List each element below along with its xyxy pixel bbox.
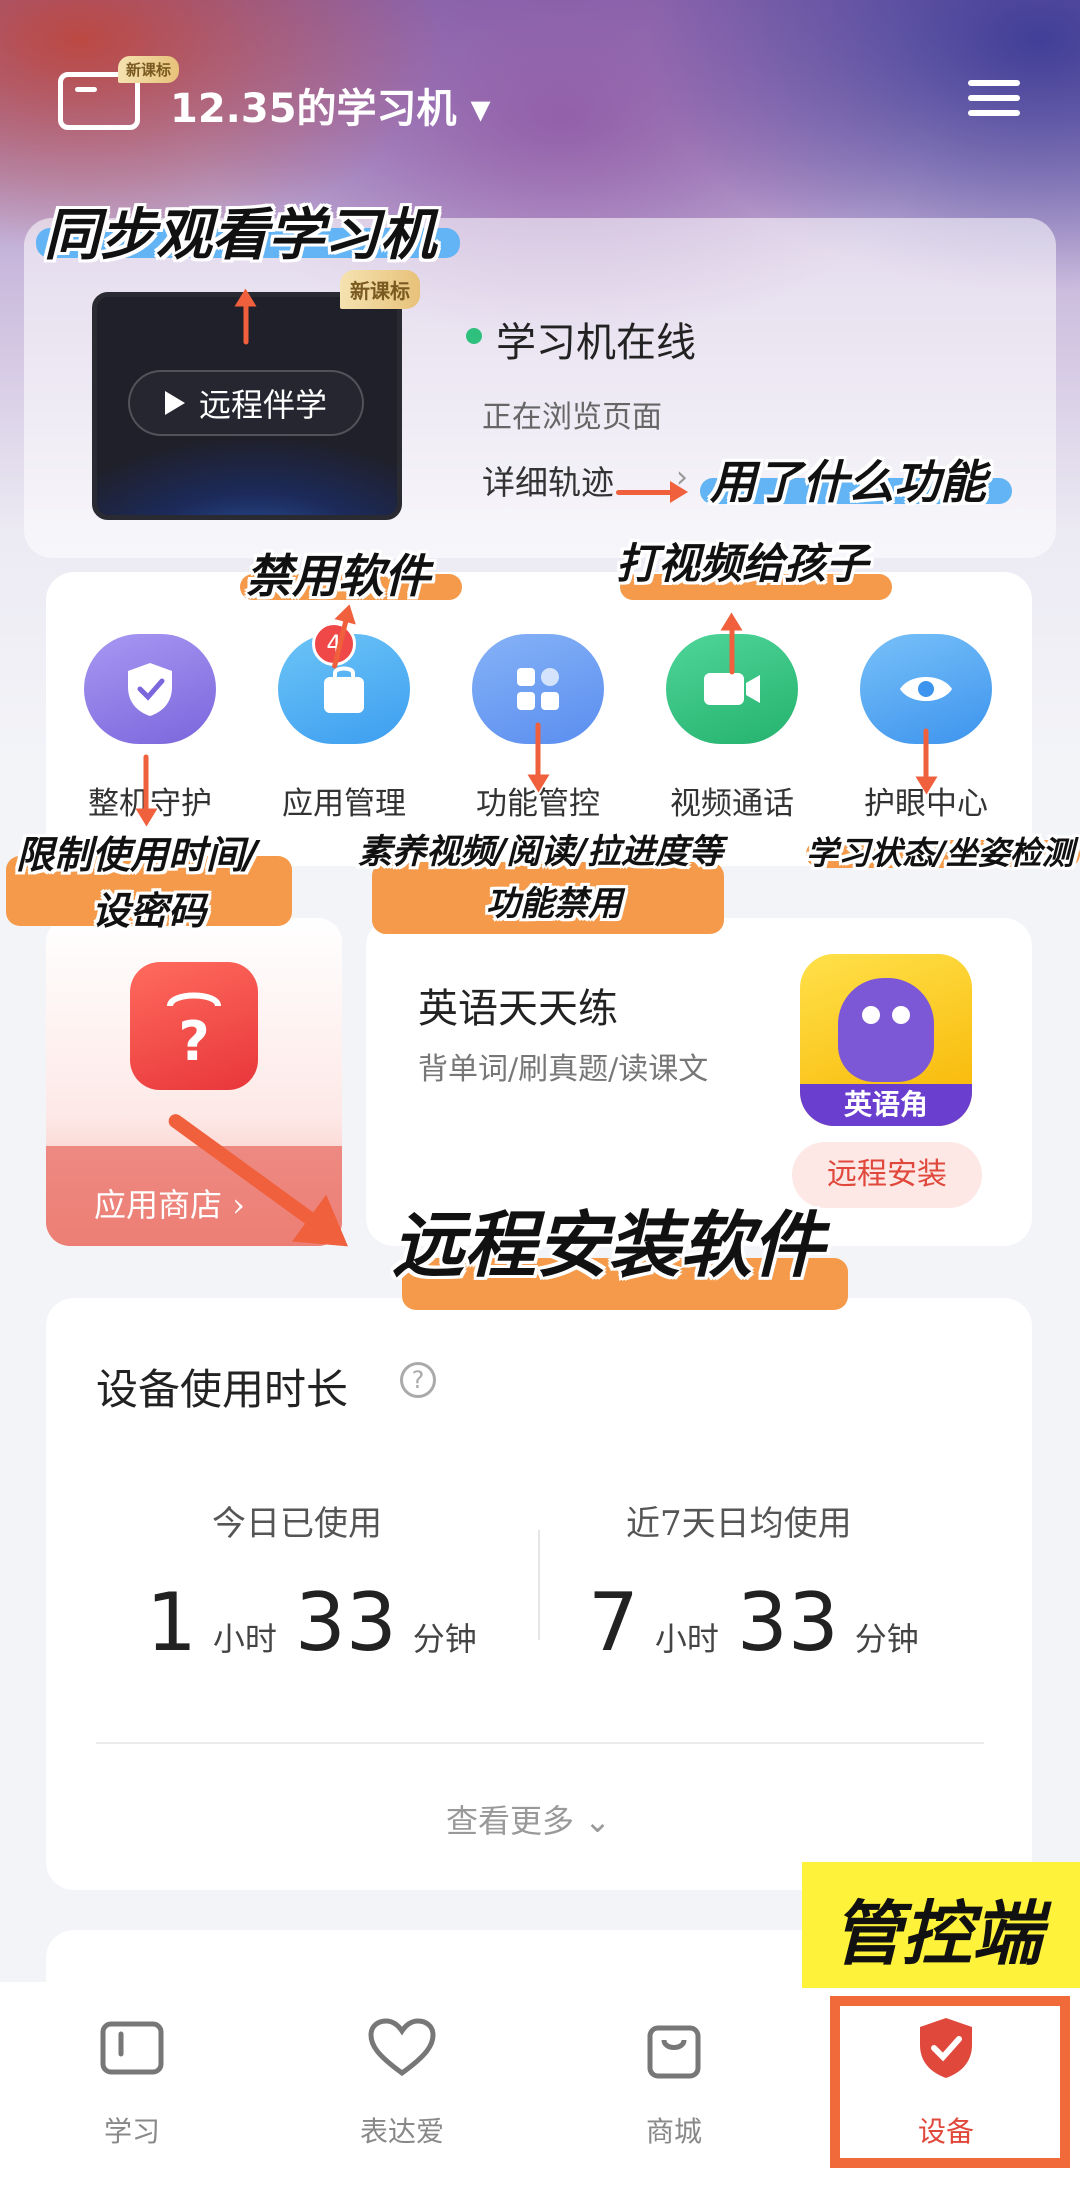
- today-usage-value: 1 小时 33 分钟: [146, 1576, 477, 1669]
- usage-title: 设备使用时长: [96, 1365, 349, 1414]
- online-status-text: 学习机在线: [496, 320, 696, 366]
- eye-icon: [900, 677, 952, 701]
- feature-label: 应用管理: [282, 786, 406, 822]
- annotation-study-state: 学习状态/坐姿检测: [806, 834, 1074, 872]
- english-title: 英语天天练: [418, 986, 618, 1032]
- arrow-function: [535, 722, 541, 787]
- english-app-label: 英语角: [800, 1084, 972, 1126]
- shopping-bag-icon: [324, 666, 364, 713]
- annotation-sync-watch: 同步观看学习机: [44, 203, 436, 268]
- annotation-limit-time: 限制使用时间/: [16, 833, 258, 877]
- shield-check-icon: [128, 663, 172, 716]
- arrow-video: [729, 618, 735, 675]
- avg-usage-label: 近7天日均使用: [626, 1504, 852, 1544]
- avg-usage-value: 7 小时 33 分钟: [588, 1576, 919, 1669]
- help-icon[interactable]: ?: [400, 1362, 436, 1398]
- app-store-link[interactable]: 应用商店 ›: [46, 1146, 342, 1246]
- tablet-curriculum-tag: 新课标: [340, 270, 420, 309]
- device-tab-highlight-box: [830, 1996, 1070, 2168]
- nav-label: 商城: [645, 2115, 702, 2148]
- annotation-video-call: 打视频给孩子: [616, 539, 869, 588]
- annotation-set-password: 设密码: [92, 889, 207, 933]
- remote-companion-button[interactable]: 远程伴学: [128, 370, 364, 436]
- device-selector[interactable]: 12.35的学习机 ▾: [170, 76, 491, 134]
- device-guard-circle: [84, 634, 216, 744]
- nav-label: 表达爱: [359, 2115, 444, 2148]
- eye-care-circle: [860, 634, 992, 744]
- arrow-track: [616, 481, 688, 503]
- heart-icon: [366, 2012, 438, 2084]
- app-store-icon: ?: [130, 962, 258, 1090]
- play-icon: [164, 391, 185, 415]
- annotation-what-functions: 用了什么功能: [710, 455, 986, 509]
- annotation-function-disable: 功能禁用: [486, 884, 622, 924]
- arrow-sync: [243, 294, 249, 345]
- english-subtitle: 背单词/刷真题/读课文: [418, 1052, 709, 1087]
- remote-companion-label: 远程伴学: [198, 386, 327, 424]
- usage-divider: [96, 1742, 984, 1744]
- detailed-track-link[interactable]: 详细轨迹: [482, 456, 614, 504]
- arrow-guard: [143, 754, 149, 821]
- shopping-bag-icon: [638, 2012, 710, 2084]
- feature-device-guard[interactable]: 整机守护: [66, 634, 234, 823]
- annotation-control-side: 管控端: [832, 1893, 1042, 1975]
- online-status-dot: [466, 328, 482, 344]
- feature-label: 视频通话: [670, 786, 794, 822]
- english-corner-app-icon: 英语角: [800, 954, 972, 1126]
- nav-label: 学习: [103, 2115, 160, 2148]
- annotation-disable-apps: 禁用软件: [246, 549, 430, 603]
- annotation-content-disable: 素养视频/阅读/拉进度等: [358, 832, 723, 872]
- nav-study[interactable]: 学习: [42, 2012, 222, 2150]
- grid-icon: [517, 668, 559, 710]
- book-icon: [96, 2012, 168, 2084]
- svg-text:?: ?: [178, 1010, 209, 1073]
- today-usage-label: 今日已使用: [212, 1504, 382, 1544]
- nav-express-love[interactable]: 表达爱: [312, 2012, 492, 2150]
- see-more-link[interactable]: 查看更多 ⌄: [446, 1796, 611, 1842]
- activity-text: 正在浏览页面: [482, 400, 662, 435]
- nav-mall[interactable]: 商城: [584, 2012, 764, 2150]
- stat-divider: [538, 1530, 540, 1640]
- menu-icon[interactable]: [968, 80, 1020, 124]
- annotation-remote-install: 远程安装软件: [392, 1203, 825, 1287]
- arrow-eye: [923, 728, 929, 789]
